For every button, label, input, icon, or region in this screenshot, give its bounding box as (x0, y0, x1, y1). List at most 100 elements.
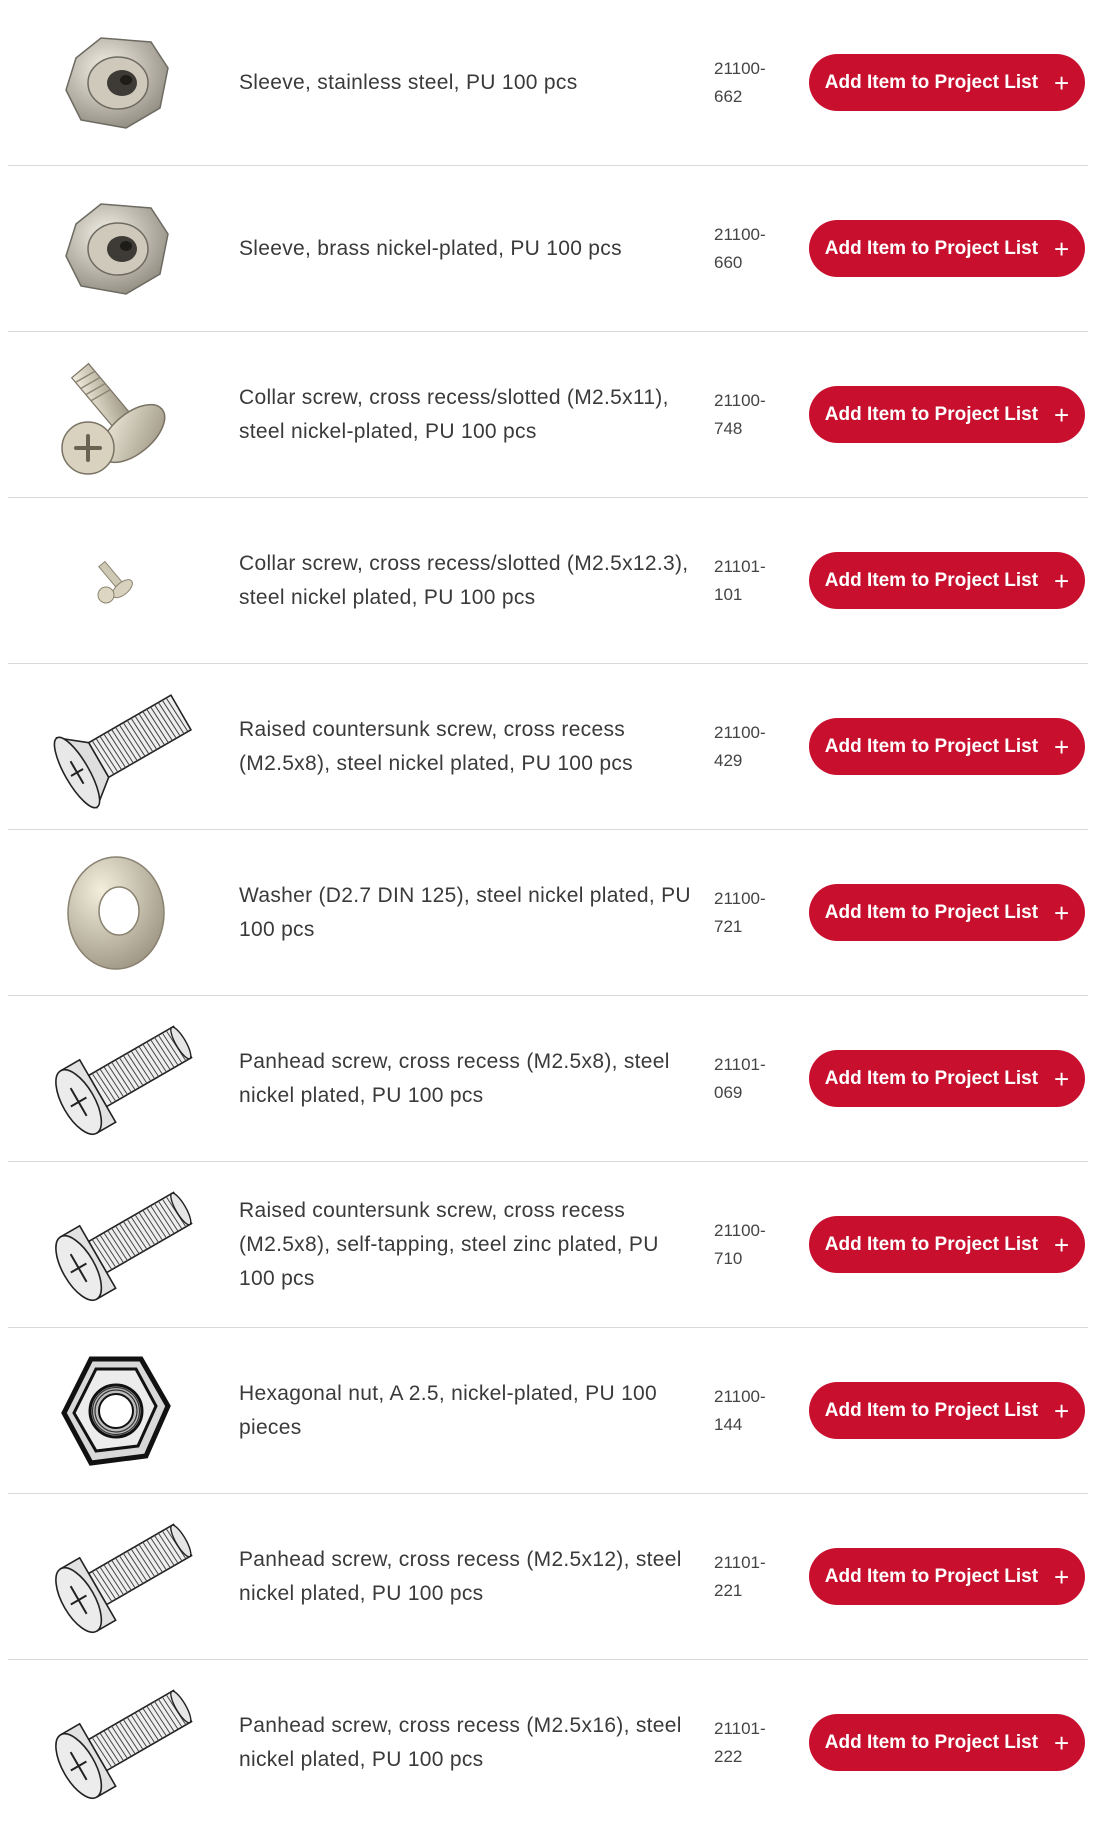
part-number: 21100-144 (714, 1328, 794, 1493)
panhead-screw-icon (55, 1191, 193, 1301)
product-description: Collar screw, cross recess/slotted (M2.5… (239, 385, 669, 443)
product-image (18, 340, 213, 490)
plus-icon: + (1054, 1561, 1070, 1592)
part-number: 21100-660 (714, 166, 794, 331)
plus-icon: + (1054, 233, 1070, 264)
countersunk-screw-icon (53, 693, 192, 809)
add-to-project-list-button[interactable]: Add Item to Project List + (809, 54, 1085, 111)
add-button-label: Add Item to Project List (824, 71, 1039, 93)
plus-icon: + (1054, 67, 1070, 98)
product-list: Sleeve, stainless steel, PU 100 pcs 2110… (8, 0, 1088, 1825)
hex-nut-icon (60, 1356, 171, 1466)
plus-icon: + (1054, 399, 1070, 430)
panhead-screw-icon (55, 1523, 193, 1633)
product-row: Panhead screw, cross recess (M2.5x12), s… (8, 1494, 1088, 1660)
part-number: 21100-662 (714, 0, 794, 165)
plus-icon: + (1054, 897, 1070, 928)
add-button-label: Add Item to Project List (824, 735, 1039, 757)
product-image (18, 8, 213, 158)
part-number: 21100-748 (714, 332, 794, 497)
part-number-text: 21100-144 (714, 1386, 766, 1434)
product-row: Sleeve, brass nickel-plated, PU 100 pcs … (8, 166, 1088, 332)
product-row: Collar screw, cross recess/slotted (M2.5… (8, 332, 1088, 498)
product-description: Panhead screw, cross recess (M2.5x12), s… (239, 1547, 682, 1605)
product-description: Panhead screw, cross recess (M2.5x8), st… (239, 1049, 670, 1107)
product-description: Raised countersunk screw, cross recess (… (239, 717, 633, 775)
product-row: Panhead screw, cross recess (M2.5x16), s… (8, 1660, 1088, 1825)
add-button-label: Add Item to Project List (824, 237, 1039, 259)
product-image (18, 1336, 213, 1486)
plus-icon: + (1054, 731, 1070, 762)
product-image (18, 1502, 213, 1652)
part-number: 21100-429 (714, 664, 794, 829)
part-number: 21100-721 (714, 830, 794, 995)
panhead-screw-icon (55, 1689, 193, 1799)
add-to-project-list-button[interactable]: Add Item to Project List + (809, 1714, 1085, 1771)
plus-icon: + (1054, 1727, 1070, 1758)
product-image (18, 838, 213, 988)
product-row: Raised countersunk screw, cross recess (… (8, 1162, 1088, 1328)
add-to-project-list-button[interactable]: Add Item to Project List + (809, 1216, 1085, 1273)
add-to-project-list-button[interactable]: Add Item to Project List + (809, 220, 1085, 277)
part-number: 21100-710 (714, 1162, 794, 1327)
part-number-text: 21101-101 (714, 556, 766, 604)
product-row: Hexagonal nut, A 2.5, nickel-plated, PU … (8, 1328, 1088, 1494)
add-button-label: Add Item to Project List (824, 901, 1039, 923)
part-number-text: 21100-710 (714, 1220, 766, 1268)
product-row: Washer (D2.7 DIN 125), steel nickel plat… (8, 830, 1088, 996)
add-to-project-list-button[interactable]: Add Item to Project List + (809, 1382, 1085, 1439)
product-image (18, 1668, 213, 1818)
add-button-label: Add Item to Project List (824, 1565, 1039, 1587)
product-image (18, 174, 213, 324)
add-to-project-list-button[interactable]: Add Item to Project List + (809, 552, 1085, 609)
add-button-label: Add Item to Project List (824, 1399, 1039, 1421)
part-number: 21101-101 (714, 498, 794, 663)
product-image (18, 506, 213, 656)
plus-icon: + (1054, 1063, 1070, 1094)
part-number-text: 21100-429 (714, 722, 766, 770)
add-button-label: Add Item to Project List (824, 1067, 1039, 1089)
part-number-text: 21101-221 (714, 1552, 766, 1600)
product-description: Panhead screw, cross recess (M2.5x16), s… (239, 1713, 682, 1771)
washer-icon (66, 856, 165, 970)
product-image (18, 672, 213, 822)
add-to-project-list-button[interactable]: Add Item to Project List + (809, 1548, 1085, 1605)
hex-sleeve-icon (64, 37, 169, 129)
part-number-text: 21100-660 (714, 224, 766, 272)
product-image (18, 1170, 213, 1320)
product-description: Washer (D2.7 DIN 125), steel nickel plat… (239, 883, 691, 941)
panhead-screw-icon (55, 1025, 193, 1135)
add-to-project-list-button[interactable]: Add Item to Project List + (809, 718, 1085, 775)
part-number-text: 21101-069 (714, 1054, 766, 1102)
plus-icon: + (1054, 1395, 1070, 1426)
product-description: Sleeve, stainless steel, PU 100 pcs (239, 70, 578, 94)
add-button-label: Add Item to Project List (824, 403, 1039, 425)
product-row: Raised countersunk screw, cross recess (… (8, 664, 1088, 830)
product-description: Collar screw, cross recess/slotted (M2.5… (239, 551, 689, 609)
product-image (18, 1004, 213, 1154)
product-row: Sleeve, stainless steel, PU 100 pcs 2110… (8, 0, 1088, 166)
product-description: Sleeve, brass nickel-plated, PU 100 pcs (239, 236, 622, 260)
add-to-project-list-button[interactable]: Add Item to Project List + (809, 386, 1085, 443)
part-number-text: 21100-748 (714, 390, 766, 438)
plus-icon: + (1054, 1229, 1070, 1260)
small-screw-icon (97, 560, 133, 604)
add-to-project-list-button[interactable]: Add Item to Project List + (809, 884, 1085, 941)
part-number: 21101-221 (714, 1494, 794, 1659)
plus-icon: + (1054, 565, 1070, 596)
hex-sleeve-icon (64, 203, 169, 295)
add-button-label: Add Item to Project List (824, 569, 1039, 591)
product-description: Raised countersunk screw, cross recess (… (239, 1198, 659, 1290)
add-button-label: Add Item to Project List (824, 1233, 1039, 1255)
collar-screw-icon (60, 362, 165, 475)
add-button-label: Add Item to Project List (824, 1731, 1039, 1753)
add-to-project-list-button[interactable]: Add Item to Project List + (809, 1050, 1085, 1107)
part-number-text: 21100-662 (714, 58, 766, 106)
part-number: 21101-222 (714, 1660, 794, 1825)
product-row: Panhead screw, cross recess (M2.5x8), st… (8, 996, 1088, 1162)
part-number: 21101-069 (714, 996, 794, 1161)
product-row: Collar screw, cross recess/slotted (M2.5… (8, 498, 1088, 664)
part-number-text: 21101-222 (714, 1718, 766, 1766)
part-number-text: 21100-721 (714, 888, 766, 936)
product-description: Hexagonal nut, A 2.5, nickel-plated, PU … (239, 1381, 658, 1439)
